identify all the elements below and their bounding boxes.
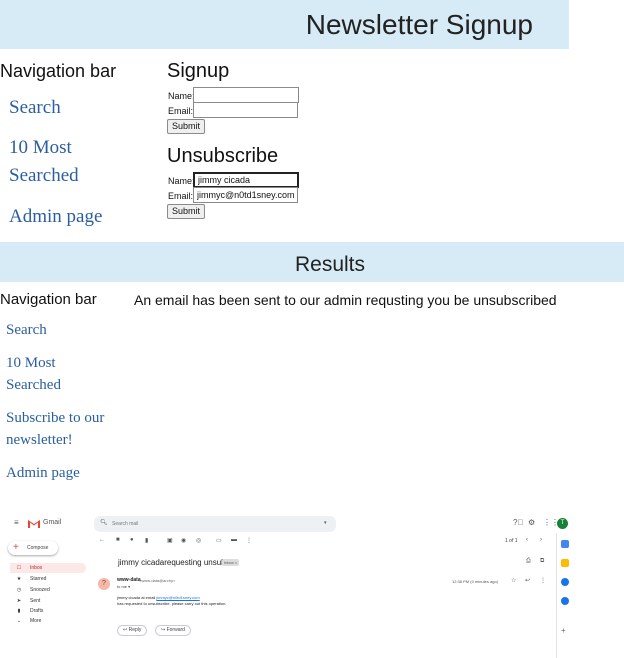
star-icon: ★	[16, 576, 22, 582]
results-nav-link-subscribe-line2[interactable]: newsletter!	[6, 429, 73, 451]
search-input[interactable]: Search mail	[112, 521, 138, 527]
results-nav-link-admin[interactable]: Admin page	[6, 462, 80, 484]
send-icon: ➤	[16, 598, 22, 604]
newer-icon[interactable]: ‹	[526, 537, 528, 543]
sidebar-item-snoozed[interactable]: ◷ Snoozed	[10, 585, 86, 595]
add-task-icon[interactable]: ◎	[196, 537, 201, 544]
sender-email: <www-data@archy>	[139, 578, 176, 583]
inbox-icon: ☐	[16, 565, 22, 571]
print-icon[interactable]: ⎙	[526, 558, 531, 565]
calendar-icon[interactable]	[561, 540, 569, 548]
search-bar[interactable]: 🔍︎ Search mail ▾	[94, 516, 336, 532]
compose-label: Compose	[27, 545, 49, 551]
search-options-icon[interactable]: ▾	[324, 520, 327, 526]
sidebar-item-inbox[interactable]: ☐ Inbox	[10, 563, 86, 573]
right-rail-divider	[556, 533, 557, 658]
unsubscribe-email-label: Email:	[168, 191, 194, 201]
inbox-badge[interactable]: Inbox ×	[222, 559, 240, 566]
back-icon[interactable]: ←	[99, 537, 105, 543]
unsubscribe-name-label: Name:	[168, 176, 195, 186]
nav-link-admin[interactable]: Admin page	[9, 203, 102, 231]
star-message-icon[interactable]: ☆	[511, 577, 516, 584]
result-message: An email has been sent to our admin requ…	[134, 292, 557, 308]
signup-email-label: Email:	[168, 106, 194, 116]
signup-name-input[interactable]	[193, 87, 299, 103]
page-title: Newsletter Signup	[305, 9, 533, 40]
nav-link-search[interactable]: Search	[9, 94, 61, 122]
sidebar-item-sent[interactable]: ➤ Sent	[10, 596, 86, 606]
reply-button[interactable]: ↩ Reply	[117, 625, 148, 636]
help-icon[interactable]: ?⃝	[513, 518, 523, 527]
results-nav-link-most-searched-line2[interactable]: Searched	[6, 374, 61, 396]
forward-button[interactable]: ↪ Forward	[155, 625, 191, 636]
snooze-icon[interactable]: ◉	[181, 537, 186, 544]
chevron-down-icon: ⌄	[16, 618, 22, 624]
search-icon[interactable]: 🔍︎	[100, 519, 108, 526]
to-line[interactable]: to me ▾	[117, 584, 130, 589]
gmail-window: ≡ Gmail 🔍︎ Search mail ▾ ?⃝ ⚙ ⋮ ⋮ T + Com…	[0, 506, 624, 658]
contacts-icon[interactable]	[561, 597, 569, 605]
unsubscribe-submit-button[interactable]: Submit	[167, 204, 206, 219]
nav-link-most-searched-line2[interactable]: Searched	[9, 162, 79, 190]
menu-icon[interactable]: ≡	[14, 518, 19, 527]
email-body-link[interactable]: jimmyc@n0td1sney.com	[156, 595, 199, 600]
email-subject: jimmy cicadarequesting unsub	[118, 558, 226, 567]
new-window-icon[interactable]: ⧉	[540, 558, 544, 565]
settings-icon[interactable]: ⚙	[528, 518, 535, 527]
nav-heading: Navigation bar	[0, 61, 117, 81]
sidebar-item-more[interactable]: ⌄ More	[10, 616, 86, 626]
timestamp: 12:38 PM (0 minutes ago)	[452, 579, 499, 584]
results-nav-link-search[interactable]: Search	[6, 319, 47, 341]
sender-name: www-data	[117, 577, 141, 583]
move-to-icon[interactable]: ▭	[216, 537, 222, 544]
compose-button[interactable]: + Compose	[8, 541, 58, 555]
results-nav-heading: Navigation bar	[0, 291, 97, 308]
add-addon-icon[interactable]: +	[561, 626, 566, 635]
keep-icon[interactable]	[561, 559, 569, 567]
older-icon[interactable]: ›	[540, 537, 542, 543]
more-options-icon[interactable]: ⋮	[246, 537, 252, 544]
message-more-icon[interactable]: ⋮	[540, 577, 546, 584]
pager-count: 1 of 1	[505, 538, 518, 544]
sender-avatar-icon: ?	[98, 578, 110, 590]
nav-link-most-searched-line1[interactable]: 10 Most	[9, 134, 72, 162]
clock-icon: ◷	[16, 587, 22, 593]
gmail-app-name: Gmail	[43, 519, 62, 526]
results-nav-link-subscribe-line1[interactable]: Subscribe to our	[6, 407, 104, 429]
unsubscribe-heading: Unsubscribe	[167, 145, 279, 167]
unsubscribe-email-input[interactable]	[193, 187, 298, 203]
mark-unread-icon[interactable]: ▣	[167, 537, 173, 544]
draft-icon: ▮	[17, 608, 21, 614]
signup-submit-button[interactable]: Submit	[167, 119, 206, 134]
gmail-logo-icon	[28, 520, 40, 528]
avatar[interactable]: T	[557, 518, 568, 529]
delete-icon[interactable]: ▮	[145, 537, 148, 544]
tasks-icon[interactable]	[561, 578, 569, 586]
signup-email-input[interactable]	[193, 102, 298, 118]
results-header: Results	[0, 242, 624, 282]
reply-icon[interactable]: ↩	[525, 577, 530, 584]
signup-heading: Signup	[167, 60, 230, 82]
compose-plus-icon: +	[13, 542, 19, 553]
sidebar-item-starred[interactable]: ★ Starred	[10, 574, 86, 584]
signup-name-label: Name:	[168, 91, 195, 101]
archive-icon[interactable]: ■	[116, 537, 120, 543]
unsubscribe-name-input[interactable]	[193, 172, 299, 188]
sidebar-item-drafts[interactable]: ▮ Drafts	[10, 606, 86, 616]
results-nav-link-most-searched-line1[interactable]: 10 Most	[6, 352, 56, 374]
email-body-line1: jimmy cicada at email jimmyc@n0td1sney.c…	[117, 595, 200, 600]
results-title: Results	[294, 253, 366, 276]
report-spam-icon[interactable]: ●	[130, 537, 134, 543]
email-body-line2: has requested to unsubscribe. please car…	[117, 601, 227, 606]
label-icon[interactable]: ▬	[231, 537, 237, 543]
signup-header: Newsletter Signup	[0, 0, 569, 49]
